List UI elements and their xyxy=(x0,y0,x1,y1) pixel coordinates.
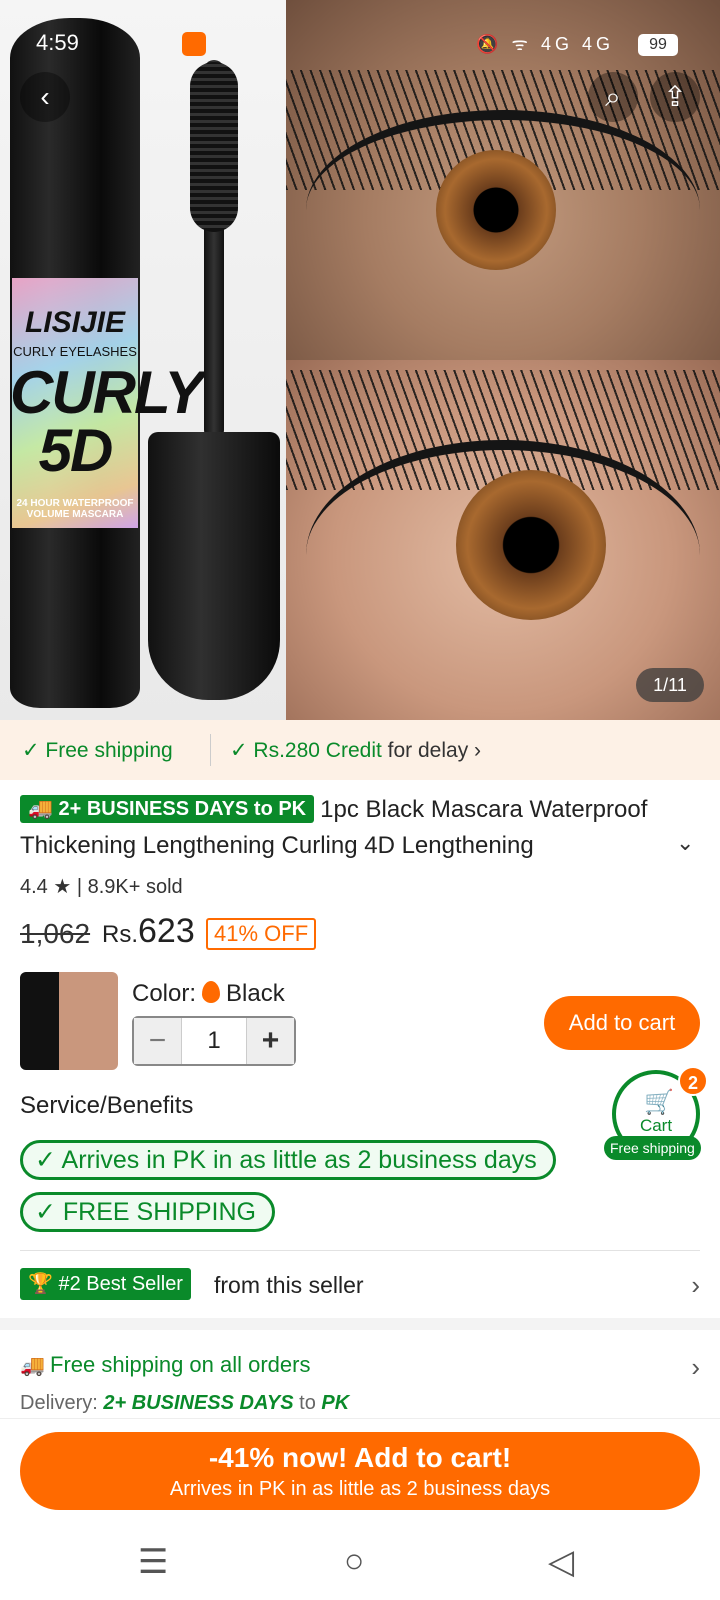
status-bar: 4:59 🔕 ᯤ 4G 4G 99 xyxy=(0,30,720,62)
tube-brand-text: LISIJIE xyxy=(24,306,126,339)
delivery-country: PK xyxy=(321,1392,350,1414)
benefit-arrival: ✓ Arrives in PK in as little as 2 busine… xyxy=(20,1140,556,1180)
price-value: 623 xyxy=(138,912,195,950)
add-to-cart-cta-button[interactable]: -41% now! Add to cart! Arrives in PK in … xyxy=(20,1432,700,1510)
best-seller-badge: 🏆 #2 Best Seller xyxy=(20,1268,191,1300)
quantity-value[interactable]: 1 xyxy=(182,1018,246,1064)
mascara-brush xyxy=(190,62,238,232)
eye-closeup-bottom xyxy=(286,360,720,720)
cta-sub-text: Arrives in PK in as little as 2 business… xyxy=(169,1478,551,1500)
status-time: 4:59 xyxy=(36,30,79,55)
quantity-stepper[interactable]: − 1 + xyxy=(132,1016,296,1066)
iris xyxy=(456,470,606,620)
back-triangle-icon[interactable]: ◁ xyxy=(548,1542,574,1582)
product-title: 🚚 2+ BUSINESS DAYS to PK 1pc Black Mascar… xyxy=(20,792,700,864)
add-to-cart-button[interactable]: Add to cart xyxy=(544,996,700,1050)
minus-button[interactable]: − xyxy=(134,1018,182,1064)
iris xyxy=(436,150,556,270)
discount-badge: 41% OFF xyxy=(206,918,317,950)
shipping-strip[interactable]: ✓ Free shipping ✓ Rs.280 Credit for dela… xyxy=(0,720,720,780)
status-icons: 🔕 ᯤ 4G 4G xyxy=(476,34,614,54)
services-title: Service/Benefits xyxy=(20,1092,194,1119)
sale-price: Rs.623 xyxy=(102,912,195,951)
app-notification-icon xyxy=(182,32,206,56)
flame-icon xyxy=(202,981,221,1003)
delivery-prefix: Delivery: xyxy=(20,1392,104,1414)
best-seller-text: from this seller xyxy=(214,1272,364,1298)
back-button[interactable]: ‹ xyxy=(20,72,70,122)
tube-small-text: 24 HOUR WATERPROOF VOLUME MASCARA xyxy=(16,498,134,520)
best-seller-row[interactable]: 🏆 #2 Best Seller from this seller › xyxy=(20,1268,700,1302)
credit-suffix: for delay › xyxy=(381,739,482,762)
tube-subtitle-text: CURLY EYELASHES xyxy=(13,344,137,359)
color-selector[interactable]: Color: Black xyxy=(132,980,285,1008)
free-shipping-all-text: Free shipping on all orders xyxy=(50,1352,311,1377)
divider xyxy=(210,734,211,766)
delivery-badge: 🚚 2+ BUSINESS DAYS to PK xyxy=(20,795,315,823)
plus-button[interactable]: + xyxy=(246,1018,294,1064)
tube-big-text: CURLY 5D xyxy=(10,359,204,484)
mascara-tube: LISIJIE CURLY EYELASHES CURLY 5D 24 HOUR… xyxy=(10,18,204,708)
cart-label: Cart xyxy=(639,1116,673,1135)
color-label: Color: xyxy=(132,980,197,1007)
cart-icon: 🛒 xyxy=(644,1089,674,1116)
delivery-estimate: Delivery: 2+ BUSINESS DAYS to PK xyxy=(20,1392,349,1415)
divider xyxy=(20,1250,700,1251)
truck-icon: 🚚 xyxy=(20,1355,45,1377)
mascara-cap xyxy=(148,432,280,700)
delay-credit-label: ✓ Rs.280 Credit for delay › xyxy=(230,738,481,763)
recent-apps-icon[interactable]: ☰ xyxy=(138,1542,168,1582)
cart-free-shipping-tag: Free shipping xyxy=(604,1136,701,1160)
section-gap xyxy=(0,1318,720,1330)
search-icon[interactable]: ⌕ xyxy=(588,72,638,122)
cart-count-badge: 2 xyxy=(678,1066,708,1096)
free-shipping-row[interactable]: 🚚 Free shipping on all orders › xyxy=(20,1352,700,1382)
share-icon[interactable]: ⇪ xyxy=(650,72,700,122)
chevron-down-icon[interactable]: ⌄ xyxy=(676,830,694,856)
benefit-free-shipping: ✓ FREE SHIPPING xyxy=(20,1192,275,1232)
battery-icon: 99 xyxy=(638,34,678,56)
image-pager: 1/11 xyxy=(636,668,704,702)
cta-main-text: -41% now! Add to cart! xyxy=(208,1442,512,1473)
product-image-carousel[interactable]: LISIJIE CURLY EYELASHES CURLY 5D 24 HOUR… xyxy=(0,0,720,720)
system-navigation-bar: ☰ ○ ◁ xyxy=(0,1530,720,1600)
original-price: 1,062 xyxy=(20,918,91,949)
home-icon[interactable]: ○ xyxy=(344,1542,365,1581)
delivery-mid: to xyxy=(293,1392,322,1414)
sku-thumbnail[interactable] xyxy=(20,972,118,1070)
rating-sold[interactable]: 4.4 ★ | 8.9K+ sold xyxy=(20,874,183,899)
currency: Rs. xyxy=(102,921,138,948)
chevron-right-icon: › xyxy=(691,1352,700,1382)
credit-amount: ✓ Rs.280 Credit xyxy=(230,739,382,762)
free-shipping-label: ✓ Free shipping xyxy=(22,739,173,762)
chevron-right-icon: › xyxy=(691,1270,700,1300)
delivery-days: 2+ BUSINESS DAYS xyxy=(103,1392,294,1414)
color-value: Black xyxy=(226,980,285,1007)
